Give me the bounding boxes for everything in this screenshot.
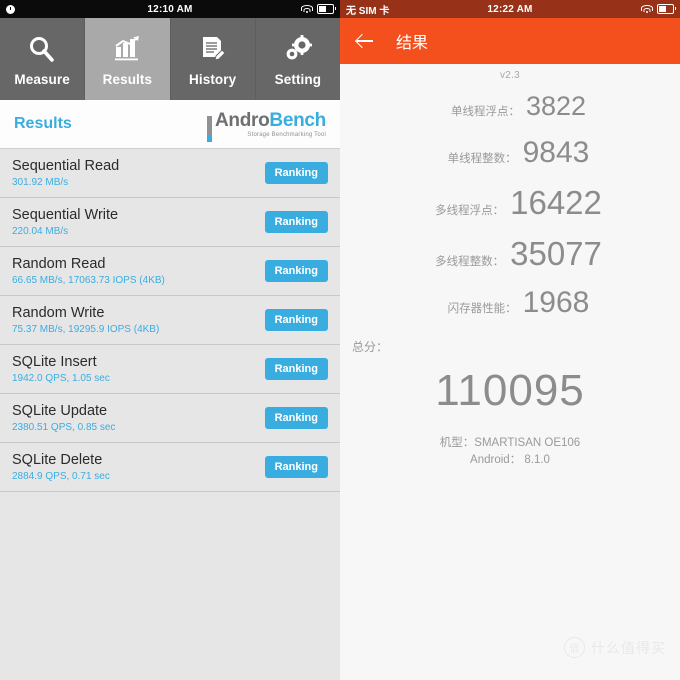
row-value: 301.92 MB/s [12, 177, 69, 188]
device-info: 机型：SMARTISAN OE106 Android： 8.1.0 [340, 435, 680, 470]
tab-history[interactable]: History [171, 18, 256, 100]
magnifier-icon [27, 31, 57, 67]
row-value: 2380.51 QPS, 0.85 sec [12, 422, 116, 433]
row-value: 2884.9 QPS, 0.71 sec [12, 471, 110, 482]
score-row-multi-float: 多线程浮点： 16422 [340, 186, 680, 219]
gears-icon [283, 31, 313, 67]
row-title: Sequential Write [12, 207, 119, 223]
row-value: 66.65 MB/s, 17063.73 IOPS (4KB) [12, 275, 165, 286]
watermark: 值 什么值得买 [564, 637, 666, 658]
wifi-icon [301, 4, 313, 14]
ranking-button[interactable]: Ranking [264, 358, 328, 380]
score-row-storage: 闪存器性能： 1968 [340, 288, 680, 318]
table-row[interactable]: Random Read 66.65 MB/s, 17063.73 IOPS (4… [0, 247, 340, 296]
row-title: SQLite Insert [12, 354, 97, 370]
total-score-value: 110095 [435, 366, 585, 415]
device-android-version: Android： 8.1.0 [470, 454, 550, 467]
score-value: 9843 [522, 136, 590, 169]
row-value: 220.04 MB/s [12, 226, 69, 237]
score-label: 单线程浮点： [450, 106, 520, 118]
score-row-single-int: 单线程整数： 9843 [340, 138, 680, 168]
row-value: 1942.0 QPS, 1.05 sec [12, 373, 110, 384]
watermark-text: 什么值得买 [591, 639, 666, 656]
tab-setting[interactable]: Setting [256, 18, 340, 100]
device-model: 机型：SMARTISAN OE106 [439, 437, 581, 449]
table-row[interactable]: Random Write 75.37 MB/s, 19295.9 IOPS (4… [0, 296, 340, 345]
status-right-icons [301, 4, 336, 14]
total-score-label: 总分： [352, 340, 389, 354]
score-label: 多线程整数： [435, 256, 505, 268]
table-row[interactable]: SQLite Delete 2884.9 QPS, 0.71 sec Ranki… [0, 443, 340, 492]
back-arrow-icon[interactable] [356, 32, 374, 50]
app-bar-title: 结果 [396, 35, 429, 52]
document-pen-icon [198, 31, 228, 67]
score-value: 3822 [525, 91, 587, 121]
row-value: 75.37 MB/s, 19295.9 IOPS (4KB) [12, 324, 160, 335]
score-label: 单线程整数： [447, 153, 517, 165]
tab-measure-label: Measure [14, 72, 70, 87]
right-status-bar: 无 SIM 卡 12:22 AM [340, 0, 680, 18]
row-title: SQLite Delete [12, 452, 103, 468]
battery-icon [657, 4, 676, 14]
benchmark-results-list: Sequential Read 301.92 MB/s Ranking Sequ… [0, 149, 340, 492]
row-title: Random Read [12, 256, 106, 272]
score-row-multi-int: 多线程整数： 35077 [340, 237, 680, 270]
tab-measure[interactable]: Measure [0, 18, 86, 100]
status-right-icons [641, 4, 676, 14]
battery-icon [317, 4, 336, 14]
right-status-time: 12:22 AM [487, 3, 533, 15]
score-label: 多线程浮点： [435, 205, 505, 217]
ranking-button[interactable]: Ranking [264, 407, 328, 429]
score-list: 单线程浮点： 3822 单线程整数： 9843 多线程浮点： 16422 多线程… [340, 81, 680, 318]
androbench-logo: AndroBench Storage Benchmarking Tool [206, 109, 326, 142]
logo-part-bench: Bench [269, 109, 326, 131]
table-row[interactable]: SQLite Insert 1942.0 QPS, 1.05 sec Ranki… [0, 345, 340, 394]
watermark-badge-icon: 值 [564, 637, 585, 658]
tab-results[interactable]: Results [85, 18, 171, 100]
ranking-button[interactable]: Ranking [264, 456, 328, 478]
app-bar: 结果 [340, 18, 680, 64]
logo-part-andro: Andro [214, 109, 270, 131]
tab-setting-label: Setting [274, 72, 322, 87]
page-title: Results [14, 115, 72, 132]
logo-tagline: Storage Benchmarking Tool [247, 131, 326, 138]
left-status-bar: 12:10 AM [0, 0, 340, 18]
ranking-button[interactable]: Ranking [264, 309, 328, 331]
results-section-header: Results AndroBench Storage Benchmarking … [0, 100, 340, 149]
score-value: 1968 [522, 286, 590, 319]
left-panel-androbench: 12:10 AM Measure Results History Setting… [0, 0, 340, 680]
score-value: 16422 [510, 184, 602, 221]
table-row[interactable]: Sequential Write 220.04 MB/s Ranking [0, 198, 340, 247]
right-panel-benchmark-result: 无 SIM 卡 12:22 AM 结果 v2.3 单线程浮点： 3822 单线程… [340, 0, 680, 680]
wifi-icon [641, 4, 653, 14]
score-value: 35077 [510, 235, 602, 272]
bar-chart-icon [112, 31, 142, 67]
row-title: Random Write [12, 305, 105, 321]
row-title: Sequential Read [12, 158, 120, 174]
left-status-time: 12:10 AM [147, 3, 193, 15]
logo-bar-icon [206, 115, 212, 142]
row-title: SQLite Update [12, 403, 108, 419]
tab-history-label: History [189, 72, 237, 87]
score-label: 闪存器性能： [447, 303, 517, 315]
ranking-button[interactable]: Ranking [264, 260, 328, 282]
ranking-button[interactable]: Ranking [264, 211, 328, 233]
table-row[interactable]: Sequential Read 301.92 MB/s Ranking [0, 149, 340, 198]
table-row[interactable]: SQLite Update 2380.51 QPS, 0.85 sec Rank… [0, 394, 340, 443]
tab-results-label: Results [102, 72, 153, 87]
dual-screenshot: 12:10 AM Measure Results History Setting… [0, 0, 680, 680]
tab-bar: Measure Results History Setting [0, 18, 340, 100]
version-label: v2.3 [499, 70, 521, 81]
score-row-single-float: 单线程浮点： 3822 [340, 93, 680, 120]
ranking-button[interactable]: Ranking [264, 162, 328, 184]
